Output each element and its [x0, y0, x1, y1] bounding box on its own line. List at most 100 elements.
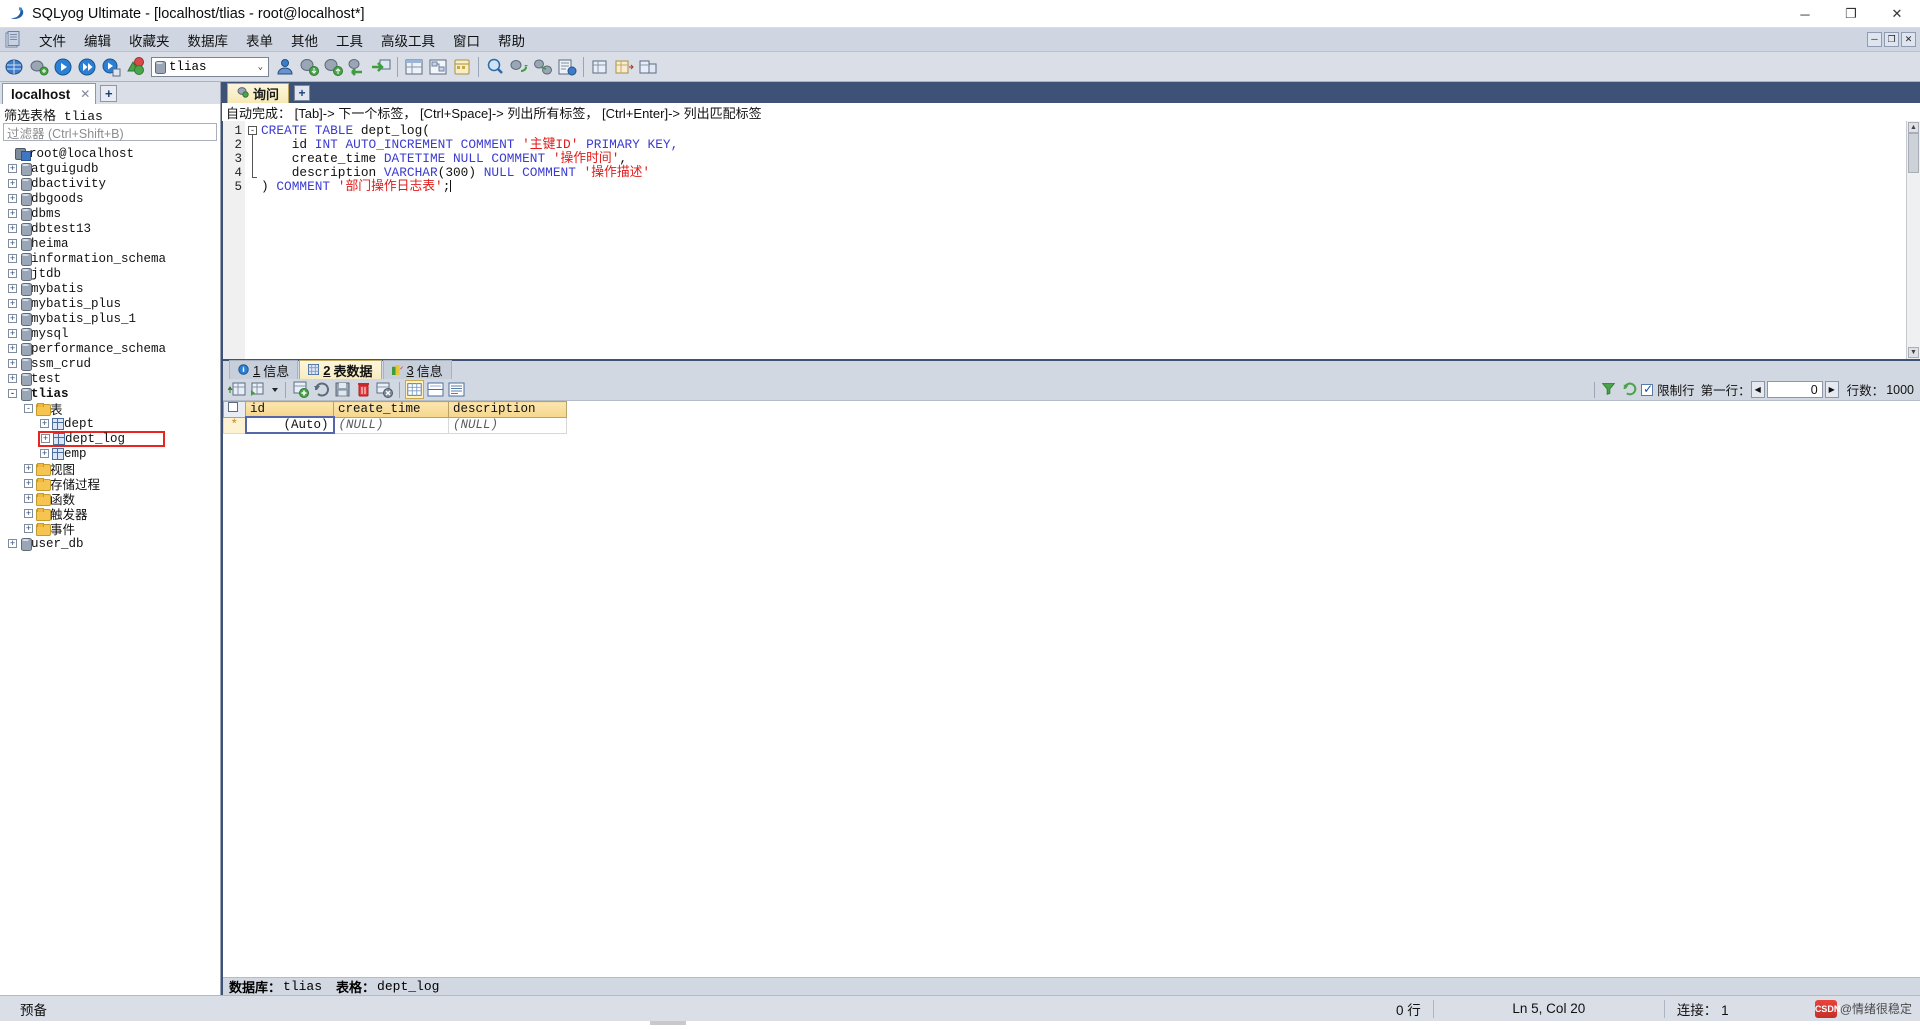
tree-node-folder[interactable]: + 存储过程	[0, 476, 220, 492]
table-cell[interactable]: (NULL)	[333, 416, 449, 434]
menu-file[interactable]: 文件	[30, 28, 75, 52]
fold-toggle-icon[interactable]: -	[248, 126, 257, 135]
tools-sync-icon[interactable]	[508, 56, 530, 78]
tree-node-database[interactable]: + dbgoods	[0, 191, 220, 206]
expander-icon[interactable]: +	[41, 434, 50, 443]
tree-node-database[interactable]: + information_schema	[0, 251, 220, 266]
first-row-next-button[interactable]: ▶	[1824, 381, 1839, 398]
tree-node-folder[interactable]: + 函数	[0, 491, 220, 507]
grid-view-icon[interactable]	[405, 380, 424, 399]
first-row-prev-button[interactable]: ◀	[1750, 381, 1765, 398]
collapse-icon[interactable]: -	[24, 404, 33, 413]
mdi-close-button[interactable]: ✕	[1901, 32, 1916, 47]
filter-input[interactable]: 过滤器 (Ctrl+Shift+B)	[3, 123, 217, 141]
save-changes-icon[interactable]	[333, 380, 352, 399]
editor-tab-query[interactable]: 询问	[227, 83, 290, 103]
grid-options-icon[interactable]	[637, 56, 659, 78]
select-all-checkbox-header[interactable]	[223, 401, 246, 418]
add-record-icon[interactable]	[291, 380, 310, 399]
filter-icon[interactable]	[1600, 380, 1619, 399]
data-grid[interactable]: id create_time description * (Auto) (NULL)…	[223, 401, 1920, 977]
collapse-icon[interactable]: -	[8, 389, 17, 398]
editor-vertical-scrollbar[interactable]: ▲ ▼	[1906, 121, 1920, 359]
backup-icon[interactable]	[346, 56, 368, 78]
tree-node-table[interactable]: + dept_log	[0, 430, 220, 447]
copy-grid-icon[interactable]	[589, 56, 611, 78]
scroll-up-arrow-icon[interactable]: ▲	[1908, 122, 1919, 133]
code-fold-column[interactable]: -	[245, 121, 261, 359]
execute-selection-icon[interactable]	[100, 56, 122, 78]
expander-icon[interactable]: +	[8, 344, 17, 353]
tree-node-database[interactable]: + dbactivity	[0, 176, 220, 191]
expander-icon[interactable]: +	[24, 494, 33, 503]
tree-node-database[interactable]: + performance_schema	[0, 341, 220, 356]
tree-node-tables-folder[interactable]: - 表	[0, 401, 220, 417]
sql-line[interactable]: create_time DATETIME NULL COMMENT '操作时间'…	[261, 152, 1920, 166]
menu-tools[interactable]: 工具	[327, 28, 372, 52]
expander-icon[interactable]: +	[8, 224, 17, 233]
tree-node-database[interactable]: + heima	[0, 236, 220, 251]
column-header-create-time[interactable]: create_time	[333, 401, 449, 418]
cancel-edit-icon[interactable]	[375, 380, 394, 399]
menu-database[interactable]: 数据库	[179, 28, 238, 52]
restore-icon[interactable]	[370, 56, 392, 78]
table-cell[interactable]: (Auto)	[244, 416, 335, 434]
find-icon[interactable]	[484, 56, 506, 78]
table-row[interactable]: * (Auto) (NULL) (NULL)	[223, 416, 567, 434]
sql-line[interactable]: CREATE TABLE dept_log(	[261, 124, 1920, 138]
form-view-icon[interactable]	[426, 380, 445, 399]
tree-node-table[interactable]: + dept	[0, 416, 220, 431]
result-tab-2[interactable]: 2 表数据	[299, 360, 382, 379]
execute-query-icon[interactable]	[52, 56, 74, 78]
column-header-id[interactable]: id	[245, 401, 334, 418]
mdi-restore-button[interactable]: ❐	[1884, 32, 1899, 47]
sql-code-content[interactable]: CREATE TABLE dept_log( id INT AUTO_INCRE…	[261, 121, 1920, 359]
menu-other[interactable]: 其他	[282, 28, 327, 52]
execute-all-icon[interactable]	[76, 56, 98, 78]
tree-node-database[interactable]: + test	[0, 371, 220, 386]
chevron-down-icon[interactable]	[270, 380, 280, 399]
expander-icon[interactable]: +	[8, 179, 17, 188]
insert-row-icon[interactable]	[227, 380, 247, 399]
first-row-input[interactable]: 0	[1766, 381, 1823, 398]
tree-node-database[interactable]: + dbtest13	[0, 221, 220, 236]
expander-icon[interactable]: +	[8, 284, 17, 293]
sql-line[interactable]: ) COMMENT '部门操作日志表';	[261, 180, 1920, 194]
menu-form[interactable]: 表单	[237, 28, 282, 52]
close-button[interactable]: ✕	[1874, 0, 1920, 28]
add-editor-tab-button[interactable]: +	[294, 85, 311, 101]
new-connection-icon[interactable]	[4, 56, 26, 78]
tree-node-root[interactable]: root@localhost	[0, 146, 220, 161]
data-sync-icon[interactable]	[532, 56, 554, 78]
tree-node-database[interactable]: + ssm_crud	[0, 356, 220, 371]
tree-node-user-db[interactable]: + user_db	[0, 536, 220, 551]
tree-node-tlias[interactable]: - tlias	[0, 386, 220, 401]
result-tab-3[interactable]: 3 信息	[382, 360, 452, 379]
expander-icon[interactable]: +	[8, 314, 17, 323]
expander-icon[interactable]: +	[8, 539, 17, 548]
connection-tab-localhost[interactable]: localhost ✕	[2, 83, 97, 104]
expander-icon[interactable]: +	[8, 329, 17, 338]
menu-favorites[interactable]: 收藏夹	[120, 28, 179, 52]
refresh-objects-icon[interactable]	[124, 56, 146, 78]
sql-editor[interactable]: 12345 - CREATE TABLE dept_log( id INT AU…	[221, 121, 1920, 359]
expander-icon[interactable]: +	[40, 449, 49, 458]
expander-icon[interactable]: +	[40, 419, 49, 428]
schema-designer-icon[interactable]	[403, 56, 425, 78]
expander-icon[interactable]: +	[8, 164, 17, 173]
tree-node-database[interactable]: + mybatis_plus	[0, 296, 220, 311]
refresh-data-icon[interactable]	[312, 380, 331, 399]
scrollbar-thumb[interactable]	[1908, 133, 1919, 173]
add-connection-button[interactable]: +	[100, 85, 118, 102]
expander-icon[interactable]: +	[24, 479, 33, 488]
sql-line[interactable]: description VARCHAR(300) NULL COMMENT '操…	[261, 166, 1920, 180]
expander-icon[interactable]: +	[8, 194, 17, 203]
database-selector[interactable]: tlias ⌄	[151, 56, 269, 77]
expander-icon[interactable]: +	[8, 254, 17, 263]
tree-node-database[interactable]: + dbms	[0, 206, 220, 221]
row-count-value[interactable]: 1000	[1886, 383, 1914, 397]
export-grid-icon[interactable]	[613, 56, 635, 78]
refresh-icon[interactable]	[1621, 380, 1640, 399]
new-query-icon[interactable]	[28, 56, 50, 78]
tree-node-folder[interactable]: + 触发器	[0, 506, 220, 522]
